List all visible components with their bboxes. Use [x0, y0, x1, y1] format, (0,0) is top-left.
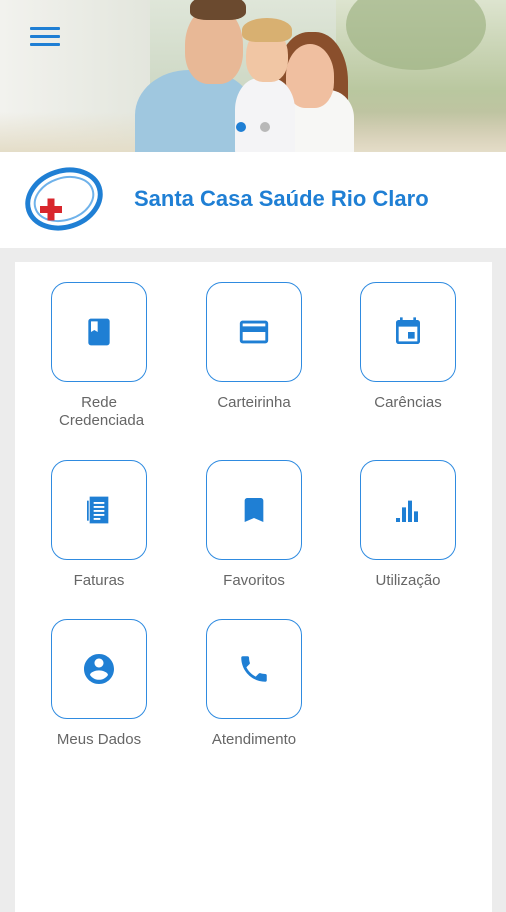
carousel-dot-active[interactable]: [236, 122, 246, 132]
family-photo-girl-shirt: [235, 78, 295, 152]
menu-tile-label: Meus Dados: [56, 731, 142, 748]
app-header: Santa Casa Saúde Rio Claro: [0, 152, 506, 248]
family-photo-man-hair: [190, 0, 246, 20]
menu-tile-rede-credenciada[interactable]: Rede Credenciada: [34, 282, 164, 430]
menu-tile-label: Favoritos: [223, 572, 285, 589]
menu-tile-label: Atendimento: [211, 731, 297, 748]
menu-tile-label: Faturas: [73, 572, 125, 589]
bookmark-icon: [238, 494, 270, 526]
family-photo-girl-hair: [242, 18, 292, 42]
menu-tile-favoritos[interactable]: Favoritos: [189, 460, 319, 590]
menu-tile-meus-dados[interactable]: Meus Dados: [34, 619, 164, 749]
book-icon: [83, 316, 115, 348]
menu-tile-button[interactable]: [51, 619, 147, 719]
menu-tile-label: Utilização: [375, 572, 441, 589]
menu-tile-button[interactable]: [206, 282, 302, 382]
carousel-dot[interactable]: [260, 122, 270, 132]
bar-chart-icon: [392, 494, 424, 526]
menu-tile-button[interactable]: [206, 460, 302, 560]
credit-card-icon: [237, 315, 271, 349]
menu-tile-button[interactable]: [360, 282, 456, 382]
document-list-icon: [83, 493, 115, 527]
menu-card: Rede Credenciada Carteirinha Carências F…: [15, 262, 492, 912]
menu-tile-carteirinha[interactable]: Carteirinha: [189, 282, 319, 412]
phone-icon: [237, 652, 271, 686]
menu-tile-utilizacao[interactable]: Utilização: [343, 460, 473, 590]
santa-casa-logo: [24, 166, 104, 232]
hamburger-menu-icon[interactable]: [30, 27, 60, 51]
menu-tile-button[interactable]: [206, 619, 302, 719]
menu-tile-label: Carteirinha: [217, 394, 291, 411]
menu-tile-button[interactable]: [51, 460, 147, 560]
calendar-icon: [392, 316, 424, 348]
hero-banner-carousel[interactable]: [0, 0, 506, 152]
account-icon: [81, 651, 117, 687]
app-title: Santa Casa Saúde Rio Claro: [134, 186, 429, 211]
menu-tile-label: Carências: [374, 394, 442, 411]
menu-tile-faturas[interactable]: Faturas: [34, 460, 164, 590]
menu-tile-label: Rede Credenciada: [59, 394, 145, 429]
menu-tile-carencias[interactable]: Carências: [343, 282, 473, 412]
menu-tile-button[interactable]: [51, 282, 147, 382]
menu-tile-button[interactable]: [360, 460, 456, 560]
menu-tile-atendimento[interactable]: Atendimento: [189, 619, 319, 749]
